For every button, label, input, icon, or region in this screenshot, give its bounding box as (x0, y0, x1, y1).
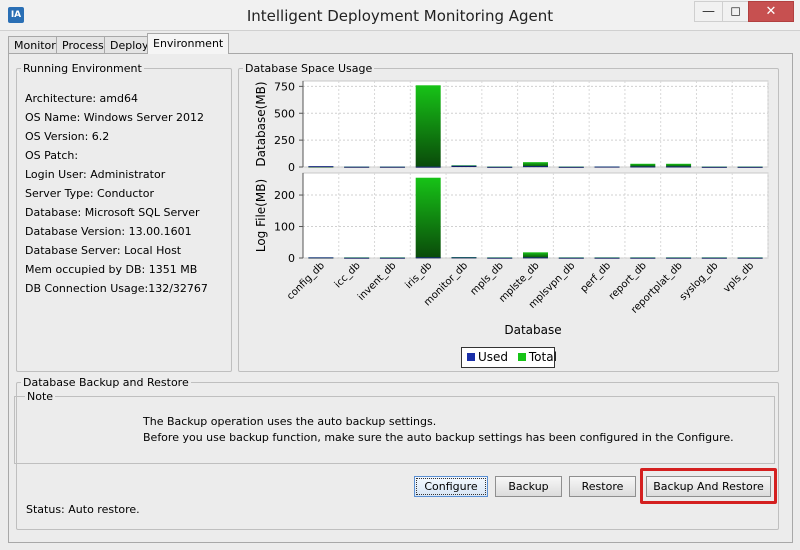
highlight-box (640, 468, 777, 504)
plot-area-1 (302, 80, 769, 168)
bar-used (415, 257, 441, 259)
bar-used (379, 257, 405, 259)
bar-total (415, 85, 441, 167)
bar-total (415, 177, 441, 258)
tab-environment[interactable]: Environment (147, 33, 230, 54)
bar-used (308, 257, 334, 259)
bar-used (594, 257, 620, 259)
legend-used-swatch (467, 353, 475, 361)
x-tick-label: invent_db (356, 260, 399, 303)
backup-button[interactable]: Backup (495, 476, 562, 497)
bar-used (737, 257, 763, 259)
bar-used (594, 166, 620, 168)
bar-used (666, 257, 692, 259)
y-tick-label: 750 (274, 80, 295, 93)
bar-used (344, 166, 370, 168)
bar-used (630, 257, 656, 259)
x-tick-label: vpls_db (722, 260, 757, 295)
restore-button[interactable]: Restore (569, 476, 636, 497)
configure-button[interactable]: Configure (414, 476, 488, 497)
legend-total-label: Total (528, 350, 557, 364)
y-axis-label: Database(MB) (254, 81, 268, 166)
y-tick-label: 500 (274, 107, 295, 120)
bar-used (451, 165, 477, 167)
x-axis-label: Database (504, 323, 561, 337)
chart-legend: Used Total (461, 347, 557, 368)
legend-total-swatch (517, 353, 526, 361)
legend-used-label: Used (478, 350, 509, 364)
bar-used (308, 166, 334, 168)
bar-used (701, 166, 727, 168)
y-tick-label: 250 (274, 134, 295, 147)
x-tick-label: perf_db (579, 260, 614, 295)
x-tick-label: iris_db (403, 260, 434, 291)
bar-used (451, 257, 477, 259)
bar-used (737, 166, 763, 168)
bar-used (415, 166, 441, 168)
bar-used (666, 166, 692, 168)
y-axis-label: Log File(MB) (254, 179, 268, 252)
status-text: Status: Auto restore. (26, 503, 140, 516)
bar-used (523, 166, 548, 168)
x-tick-label: config_db (285, 260, 327, 302)
bar-used (487, 166, 513, 168)
y-tick-label: 200 (274, 189, 295, 202)
x-tick-label: syslog_db (678, 260, 721, 303)
legend-total: Total (517, 350, 557, 364)
x-tick-label: icc_db (333, 260, 363, 290)
plot-area-2 (302, 172, 769, 259)
y-tick-label: 100 (274, 221, 295, 234)
backup-restore-title: Database Backup and Restore (23, 376, 189, 389)
note-line-1: The Backup operation uses the auto backu… (143, 415, 437, 428)
bar-used (487, 257, 513, 259)
bar-used (558, 166, 584, 168)
note-box: Note The Backup operation uses the auto … (14, 390, 775, 464)
y-tick-label: 0 (288, 161, 295, 174)
bar-used (701, 257, 727, 259)
x-tick-label: mpls_db (469, 260, 506, 297)
bar-used (523, 257, 548, 259)
legend-used: Used (467, 350, 508, 364)
note-line-2: Before you use backup function, make sur… (143, 431, 734, 444)
y-tick-label: 0 (288, 252, 295, 265)
bar-total (523, 252, 548, 258)
bar-used (558, 257, 584, 259)
bar-used (379, 166, 405, 168)
note-title: Note (25, 390, 56, 403)
bar-used (630, 166, 656, 168)
bar-used (344, 257, 370, 259)
